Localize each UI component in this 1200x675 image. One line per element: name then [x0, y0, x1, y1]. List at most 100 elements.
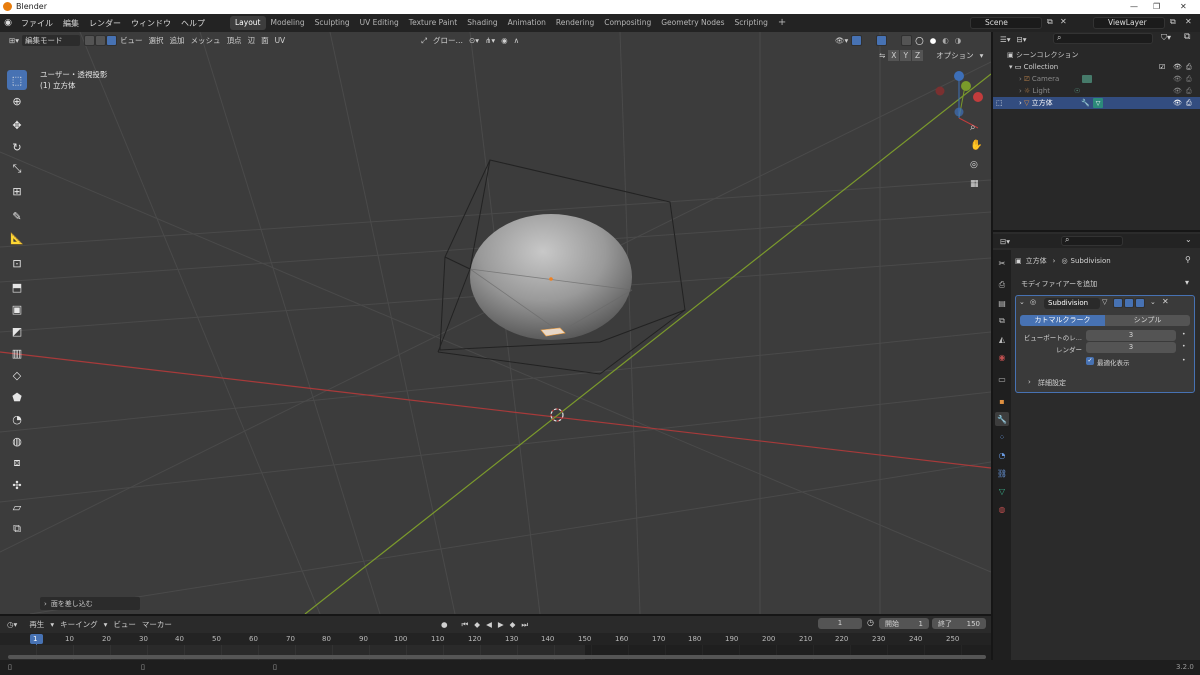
measure-tool-icon[interactable]: 📐: [7, 228, 27, 248]
viewport-levels-field[interactable]: 3: [1086, 330, 1176, 341]
modifier-menu-icon[interactable]: ⌄: [1150, 298, 1156, 306]
play-reverse-icon[interactable]: ◀: [483, 619, 495, 630]
ortho-grid-icon[interactable]: ▦: [970, 179, 979, 189]
modifier-tab-icon[interactable]: 🔧: [995, 412, 1009, 426]
outliner-search-input[interactable]: [1053, 33, 1153, 44]
navigation-gizmo[interactable]: [935, 71, 984, 129]
tab-geometry-nodes[interactable]: Geometry Nodes: [656, 16, 729, 30]
camera-data-icon[interactable]: [1082, 75, 1092, 83]
shading-solid-icon[interactable]: ●: [927, 35, 940, 46]
add-workspace-icon[interactable]: +: [773, 16, 791, 30]
edit-mode-display-icon[interactable]: [1113, 298, 1123, 308]
tab-scripting[interactable]: Scripting: [730, 16, 773, 30]
menu-edge[interactable]: 辺: [245, 35, 259, 46]
light-visibility-icon[interactable]: 👁: [1173, 85, 1182, 97]
render-display-icon[interactable]: [1135, 298, 1145, 308]
axis-y-toggle[interactable]: Y: [900, 50, 912, 61]
inset-tool-icon[interactable]: ▣: [7, 299, 27, 319]
menu-add[interactable]: 追加: [167, 35, 188, 46]
shading-wireframe-icon[interactable]: ◯: [912, 35, 926, 46]
gizmo-neg-x-icon[interactable]: [935, 86, 945, 96]
shading-rendered-icon[interactable]: ◑: [952, 35, 965, 46]
tool-tab-icon[interactable]: ✂: [995, 256, 1009, 270]
remove-modifier-icon[interactable]: ✕: [1162, 297, 1169, 306]
camera-view-icon[interactable]: ◎: [970, 160, 978, 170]
tab-modeling[interactable]: Modeling: [266, 16, 310, 30]
material-tab-icon[interactable]: ◍: [995, 502, 1009, 516]
menu-uv[interactable]: UV: [272, 35, 289, 46]
visibility-icon[interactable]: 👁▾: [832, 35, 851, 46]
poly-build-tool-icon[interactable]: ⬟: [7, 387, 27, 407]
jump-start-icon[interactable]: ⏮: [459, 619, 472, 630]
camera-visibility-icon[interactable]: 👁: [1173, 73, 1182, 85]
collection-visibility-icon[interactable]: 👁: [1173, 61, 1182, 73]
collection-checkbox-icon[interactable]: ☑: [1159, 61, 1165, 73]
editor-type-icon[interactable]: ⊞▾: [6, 35, 22, 46]
menu-select[interactable]: 選択: [146, 35, 167, 46]
proportional-edit-icon[interactable]: ◉: [498, 35, 511, 46]
optimal-display-checkbox[interactable]: ✓: [1086, 357, 1094, 365]
data-tab-icon[interactable]: ▽: [995, 484, 1009, 498]
gizmo-z-icon[interactable]: [954, 71, 964, 81]
object-tab-icon[interactable]: ▪: [995, 394, 1009, 408]
scale-tool-icon[interactable]: ⤡: [7, 159, 27, 179]
axis-x-toggle[interactable]: X: [888, 50, 900, 61]
add-cube-tool-icon[interactable]: ⊡: [7, 253, 27, 273]
current-frame-field[interactable]: 1: [818, 618, 862, 629]
knife-tool-icon[interactable]: ◇: [7, 365, 27, 385]
light-render-icon[interactable]: ⎙: [1186, 85, 1192, 97]
menu-face[interactable]: 面: [258, 35, 272, 46]
keyframe-dot-icon[interactable]: •: [1182, 331, 1186, 338]
zoom-icon[interactable]: ⌕: [970, 122, 976, 133]
3d-viewport[interactable]: ユーザー・透視投影 (1) 立方体 › 面を差し込む ⌕ ✋ ◎ ▦: [0, 32, 991, 614]
chevron-down-icon[interactable]: ▾: [101, 619, 111, 630]
gizmo-y-icon[interactable]: [961, 81, 971, 91]
add-modifier-dropdown[interactable]: モディファイアーを追加: [1015, 278, 1195, 290]
end-frame-field[interactable]: 終了 150: [932, 618, 986, 629]
gizmo-x-icon[interactable]: [973, 92, 983, 102]
chevron-down-icon[interactable]: ▾: [1185, 278, 1189, 287]
camera-render-icon[interactable]: ⎙: [1186, 73, 1192, 85]
outliner-root-row[interactable]: ▣ シーンコレクション: [993, 49, 1200, 61]
next-keyframe-icon[interactable]: ◆: [507, 619, 519, 630]
light-data-icon[interactable]: ☉: [1074, 85, 1080, 97]
tab-shading[interactable]: Shading: [462, 16, 502, 30]
output-tab-icon[interactable]: ▤: [995, 296, 1009, 310]
minimize-icon[interactable]: —: [1130, 2, 1138, 11]
new-scene-icon[interactable]: ⧉: [1047, 17, 1053, 27]
view-layer-tab-icon[interactable]: ⧉: [995, 314, 1009, 328]
tab-sculpting[interactable]: Sculpting: [310, 16, 355, 30]
gizmo-toggle-icon[interactable]: [851, 34, 863, 46]
chevron-right-icon[interactable]: ›: [1028, 378, 1031, 386]
cursor-tool-icon[interactable]: ⊕: [7, 91, 27, 111]
outliner-editor-icon[interactable]: ☰▾: [997, 34, 1014, 45]
menu-keying[interactable]: キーイング: [57, 619, 101, 630]
properties-editor-icon[interactable]: ⊟▾: [997, 236, 1013, 247]
shear-tool-icon[interactable]: ▱: [7, 497, 27, 517]
prev-keyframe-icon[interactable]: ◆: [471, 619, 483, 630]
advanced-settings-label[interactable]: 詳細設定: [1038, 378, 1066, 388]
modifier-name-input[interactable]: Subdivision: [1044, 298, 1100, 309]
pivot-icon[interactable]: ⊙▾: [466, 35, 482, 46]
face-select-icon[interactable]: [106, 34, 118, 46]
catmull-clark-button[interactable]: カトマルクラーク: [1020, 315, 1105, 326]
on-cage-icon[interactable]: ▽: [1102, 298, 1107, 306]
subdivided-sphere-mesh[interactable]: [470, 214, 632, 340]
start-frame-field[interactable]: 開始 1: [879, 618, 929, 629]
rotate-tool-icon[interactable]: ↻: [7, 137, 27, 157]
maximize-icon[interactable]: ❐: [1153, 2, 1160, 11]
menu-timeline-view[interactable]: ビュー: [110, 619, 139, 630]
close-icon[interactable]: ✕: [1180, 2, 1187, 11]
constraints-tab-icon[interactable]: ⛓: [995, 466, 1009, 480]
vertex-select-icon[interactable]: [84, 34, 96, 46]
rip-region-tool-icon[interactable]: ⧉: [7, 519, 27, 539]
tab-animation[interactable]: Animation: [503, 16, 551, 30]
properties-search-input[interactable]: [1061, 236, 1123, 246]
keyframe-dot-icon[interactable]: •: [1182, 343, 1186, 350]
blender-menu-icon[interactable]: ◉: [0, 18, 16, 28]
menu-help[interactable]: ヘルプ: [176, 18, 210, 29]
extrude-tool-icon[interactable]: ⬒: [7, 277, 27, 297]
outliner-collection-row[interactable]: ▾ ▭ Collection ☑ 👁 ⎙: [993, 61, 1200, 73]
display-mode-icon[interactable]: ⊟▾: [1014, 34, 1030, 45]
mode-selector[interactable]: 編集モード: [22, 34, 81, 46]
